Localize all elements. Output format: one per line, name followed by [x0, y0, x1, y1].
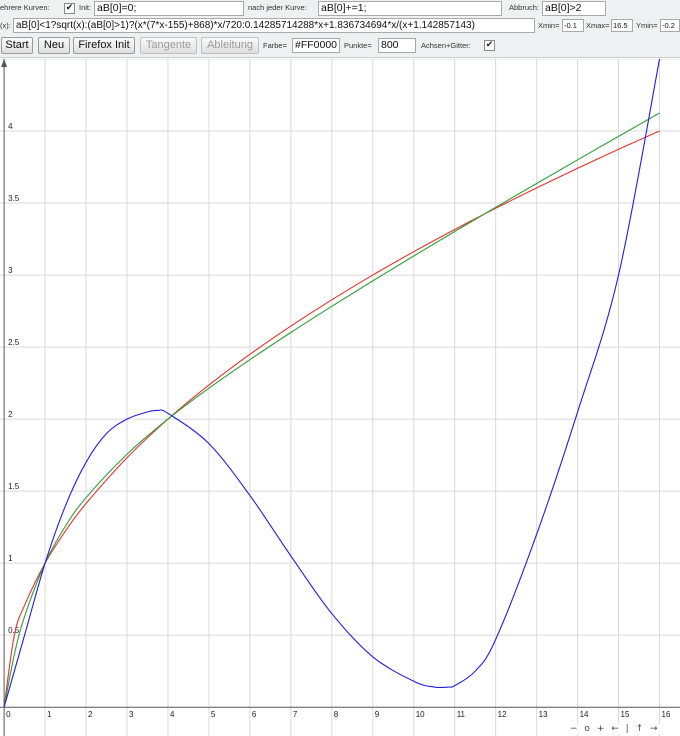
abort-input[interactable]: aB[0]>2	[542, 1, 606, 16]
y-tick-label: 2.5	[8, 338, 20, 347]
toolbar: ehrere Kurven: ✔ Init: aB[0]=0; nach jed…	[0, 0, 680, 58]
multi-curves-label: ehrere Kurven:	[0, 3, 50, 12]
x-tick-label: 3	[129, 710, 134, 719]
init-input[interactable]: aB[0]=0;	[94, 1, 244, 16]
nav-separator: |	[625, 724, 629, 734]
x-tick-label: 4	[170, 710, 175, 719]
pan-right-control[interactable]: →	[650, 724, 658, 734]
x-tick-label: 9	[375, 710, 380, 719]
pan-left-control[interactable]: ←	[611, 724, 619, 734]
axes-grid-checkbox[interactable]: ✔	[484, 40, 495, 51]
y-tick-label: 2	[8, 410, 13, 419]
points-input[interactable]: 800	[378, 38, 416, 53]
y-tick-label: 3	[8, 266, 13, 275]
zoom-out-control[interactable]: −	[570, 724, 578, 734]
x-tick-label: 1	[47, 710, 52, 719]
x-tick-label: 6	[252, 710, 257, 719]
x-tick-label: 8	[334, 710, 339, 719]
x-tick-label: 7	[293, 710, 298, 719]
firefox-init-button[interactable]: Firefox Init	[73, 37, 135, 54]
x-tick-label: 0	[6, 710, 11, 719]
xmax-label: Xmax=	[586, 21, 610, 30]
tick-labels: 0 1 2 3 4 5 6 7 8 9 10 11 12 13 14 15 160.511.522.533.54…	[6, 122, 671, 719]
tangente-button[interactable]: Tangente	[140, 37, 197, 54]
color-label: Farbe=	[263, 41, 287, 50]
ymin-input[interactable]: -0.2	[660, 19, 680, 32]
y-tick-label: 1.5	[8, 482, 20, 491]
multi-curves-checkbox[interactable]: ✔	[64, 3, 75, 14]
y-axis-arrow	[1, 59, 8, 67]
y-tick-label: 0.5	[8, 626, 20, 635]
grid	[0, 59, 680, 736]
xmin-input[interactable]: -0.1	[562, 19, 584, 32]
abort-label: Abbruch:	[509, 3, 540, 12]
x-tick-label: 12	[498, 710, 507, 719]
axes-grid-label: Achsen+Gitter:	[421, 41, 471, 50]
function-input[interactable]: aB[0]<1?sqrt(x):(aB[0]>1)?(x*(7*x-155)+8…	[13, 18, 535, 33]
x-tick-label: 13	[539, 710, 548, 719]
pan-up-control[interactable]: ↑	[636, 724, 644, 734]
y-tick-label: 3.5	[8, 194, 20, 203]
reset-control[interactable]: o	[584, 724, 590, 734]
neu-button[interactable]: Neu	[38, 37, 70, 54]
y-tick-label: 1	[8, 554, 13, 563]
x-tick-label: 14	[580, 710, 589, 719]
x-tick-label: 11	[457, 710, 466, 719]
ableitung-button[interactable]: Ableitung	[201, 37, 259, 54]
init-label: Init:	[79, 3, 92, 12]
xmin-label: Xmin=	[538, 21, 560, 30]
xmax-input[interactable]: 16.5	[611, 19, 633, 32]
x-tick-label: 15	[621, 710, 630, 719]
points-label: Punkte=	[344, 41, 372, 50]
x-tick-label: 5	[211, 710, 216, 719]
after-curve-input[interactable]: aB[0]+=1;	[318, 1, 502, 16]
color-input[interactable]: #FF0000	[292, 38, 340, 53]
x-tick-label: 16	[662, 710, 671, 719]
plot-navigation: − o + ← | ↑ →	[570, 724, 662, 734]
zoom-in-control[interactable]: +	[597, 724, 605, 734]
x-tick-label: 10	[416, 710, 425, 719]
plot-canvas[interactable]: 0 1 2 3 4 5 6 7 8 9 10 11 12 13 14 15 160.511.522.533.54…	[0, 59, 680, 736]
ymin-label: Ymin=	[636, 21, 658, 30]
function-label: (x):	[0, 21, 11, 30]
y-tick-label: 4	[8, 122, 13, 131]
start-button[interactable]: Start	[1, 37, 33, 54]
x-tick-label: 2	[88, 710, 93, 719]
after-curve-label: nach jeder Kurve:	[248, 3, 307, 12]
